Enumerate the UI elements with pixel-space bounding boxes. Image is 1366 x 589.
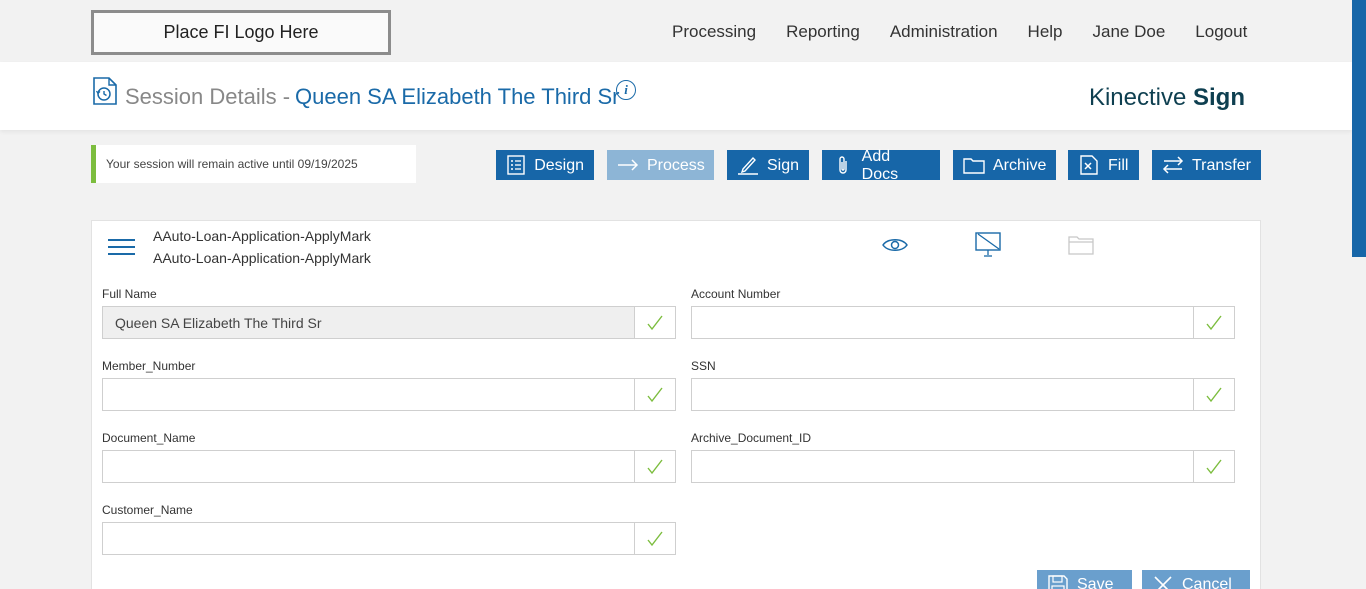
checkmark-icon[interactable] — [634, 379, 675, 410]
account-number-field[interactable] — [691, 306, 1235, 339]
customer-name-input[interactable] — [103, 523, 634, 554]
eye-icon[interactable] — [882, 237, 908, 253]
cancel-button-label: Cancel — [1182, 576, 1232, 589]
transfer-arrows-icon — [1162, 155, 1184, 175]
session-customer-name: Queen SA Elizabeth The Third Sr — [295, 84, 620, 109]
checkmark-icon[interactable] — [1193, 451, 1234, 482]
folder-disabled-icon — [1068, 236, 1094, 255]
archive-document-id-field[interactable] — [691, 450, 1235, 483]
member-number-input[interactable] — [103, 379, 634, 410]
ssn-input[interactable] — [692, 379, 1193, 410]
arrow-right-icon — [617, 155, 639, 175]
page-title: Session Details - — [125, 84, 291, 109]
ssn-label: SSN — [691, 359, 716, 373]
full-name-label: Full Name — [102, 287, 157, 301]
fill-button[interactable]: Fill — [1068, 150, 1139, 180]
nav-user-name[interactable]: Jane Doe — [1093, 22, 1166, 42]
close-icon — [1152, 575, 1174, 589]
fill-document-icon — [1078, 155, 1100, 175]
sign-button[interactable]: Sign — [727, 150, 809, 180]
transfer-button[interactable]: Transfer — [1152, 150, 1261, 180]
page-scrollbar[interactable] — [1352, 0, 1366, 589]
add-docs-button[interactable]: Add Docs — [822, 148, 940, 183]
checkmark-icon[interactable] — [634, 451, 675, 482]
full-name-input[interactable] — [103, 307, 634, 338]
main-nav: Processing Reporting Administration Help… — [672, 22, 1247, 42]
session-header: Session Details - Queen SA Elizabeth The… — [0, 62, 1352, 130]
info-icon[interactable]: i — [616, 80, 636, 100]
brand-bold: Sign — [1193, 84, 1245, 111]
nav-processing[interactable]: Processing — [672, 22, 756, 42]
save-button[interactable]: Save — [1037, 570, 1132, 589]
design-button-label: Design — [534, 157, 584, 174]
floppy-disk-icon — [1047, 575, 1069, 589]
document-title: AAuto-Loan-Application-ApplyMark — [153, 228, 371, 244]
archive-button[interactable]: Archive — [953, 150, 1056, 180]
screen-disabled-icon[interactable] — [975, 232, 1001, 258]
pen-sign-icon — [737, 155, 759, 175]
fi-logo-placeholder[interactable]: Place FI Logo Here — [91, 10, 391, 55]
nav-reporting[interactable]: Reporting — [786, 22, 860, 42]
checkmark-icon[interactable] — [634, 523, 675, 554]
nav-administration[interactable]: Administration — [890, 22, 998, 42]
archive-document-id-label: Archive_Document_ID — [691, 431, 812, 445]
document-name-field[interactable] — [102, 450, 676, 483]
checkmark-icon[interactable] — [634, 307, 675, 338]
full-name-field[interactable] — [102, 306, 676, 339]
top-bar: Place FI Logo Here Processing Reporting … — [0, 0, 1366, 62]
folder-icon — [963, 155, 985, 175]
member-number-field[interactable] — [102, 378, 676, 411]
brand-logo: Kinective Sign — [1089, 84, 1245, 112]
hamburger-menu-icon[interactable] — [108, 239, 135, 255]
nav-logout[interactable]: Logout — [1195, 22, 1247, 42]
paperclip-icon — [832, 155, 854, 175]
archive-button-label: Archive — [993, 157, 1047, 174]
session-timeout-notice: Your session will remain active until 09… — [91, 145, 416, 183]
brand-light: Kinective — [1088, 84, 1187, 111]
session-history-icon — [93, 77, 117, 105]
document-card: AAuto-Loan-Application-ApplyMark AAuto-L… — [91, 220, 1261, 589]
process-button[interactable]: Process — [607, 150, 714, 180]
design-list-icon — [506, 155, 526, 175]
process-button-label: Process — [647, 157, 705, 174]
account-number-input[interactable] — [692, 307, 1193, 338]
cancel-button[interactable]: Cancel — [1142, 570, 1250, 589]
nav-help[interactable]: Help — [1028, 22, 1063, 42]
customer-name-label: Customer_Name — [102, 503, 193, 517]
customer-name-field[interactable] — [102, 522, 676, 555]
checkmark-icon[interactable] — [1193, 379, 1234, 410]
checkmark-icon[interactable] — [1193, 307, 1234, 338]
fill-button-label: Fill — [1108, 157, 1129, 174]
account-number-label: Account Number — [691, 287, 781, 301]
transfer-button-label: Transfer — [1192, 157, 1251, 174]
save-button-label: Save — [1077, 576, 1114, 589]
archive-document-id-input[interactable] — [692, 451, 1193, 482]
ssn-field[interactable] — [691, 378, 1235, 411]
member-number-label: Member_Number — [102, 359, 196, 373]
document-subtitle: AAuto-Loan-Application-ApplyMark — [153, 250, 371, 266]
sign-button-label: Sign — [767, 157, 800, 174]
design-button[interactable]: Design — [496, 150, 594, 180]
add-docs-button-label: Add Docs — [861, 148, 899, 183]
scrollbar-thumb[interactable] — [1352, 0, 1366, 257]
document-name-input[interactable] — [103, 451, 634, 482]
document-name-label: Document_Name — [102, 431, 196, 445]
